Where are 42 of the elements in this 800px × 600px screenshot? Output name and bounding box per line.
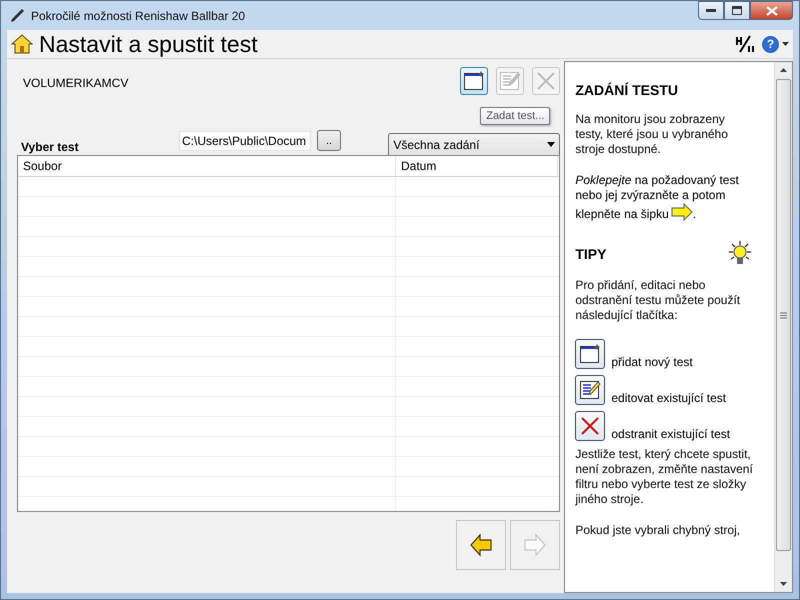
help-heading: ZADÁNÍ TESTU	[575, 82, 680, 98]
scrollbar[interactable]	[774, 62, 792, 592]
maximize-button[interactable]	[724, 1, 750, 20]
pencil-list-icon	[575, 375, 606, 405]
close-icon	[766, 6, 778, 16]
maximize-icon	[732, 6, 742, 15]
help-paragraph: Poklepejte na požadovaný test nebo jej zvýrazněte a potom	[575, 173, 740, 203]
filter-dropdown[interactable]: Všechna zadání	[388, 133, 560, 155]
pen-icon	[9, 8, 25, 24]
caret-icon[interactable]	[782, 42, 789, 46]
machine-name: VOLUMERIKAMCV	[23, 76, 128, 90]
window-icon	[575, 339, 606, 369]
help-button[interactable]: ?	[762, 36, 779, 52]
column-header[interactable]: Datum	[396, 156, 558, 176]
select-test-label: Vyber test	[20, 140, 80, 154]
units-icon[interactable]	[734, 34, 756, 54]
help-paragraph: Pro přidání, editaci nebo odstranění testu můžete použít následující tlačítka:	[575, 278, 742, 323]
arrow-right-icon	[670, 203, 693, 221]
minimize-icon	[706, 8, 716, 12]
help-paragraph: Jestliže test, který chcete spustit, není zobrazen, změňte nastavení filtru nebo vyberte test ze složky jiného stroje.	[575, 447, 754, 507]
close-button[interactable]	[750, 1, 793, 20]
page-title: Nastavit a spustit test	[39, 30, 259, 58]
help-heading: TIPY	[575, 246, 606, 262]
home-icon[interactable]	[11, 33, 33, 55]
help-text: .	[692, 207, 696, 221]
help-text: klepněte na šipku	[575, 207, 669, 221]
new-test-button[interactable]	[460, 67, 488, 95]
window-title: Pokročilé možnosti Renishaw Ballbar 20	[31, 8, 246, 22]
browse-button[interactable]: ..	[317, 130, 341, 151]
help-paragraph: Pokud jste vybrali chybný stroj,	[575, 523, 742, 538]
caret-icon	[547, 142, 556, 147]
tooltip: Zadat test...	[480, 107, 550, 125]
x-icon	[575, 411, 606, 441]
grip-icon	[780, 312, 787, 318]
help-text: odstranit existující test	[611, 427, 730, 441]
minimize-button[interactable]	[698, 1, 724, 20]
path-field[interactable]: C:\Users\Public\Docum	[179, 131, 311, 151]
help-text: editovat existující test	[611, 391, 726, 405]
column-header[interactable]: Soubor	[18, 156, 396, 176]
help-text: přidat nový test	[611, 355, 693, 369]
help-paragraph: Na monitoru jsou zobrazeny testy, které jsou u vybraného stroje dostupné.	[575, 112, 729, 157]
back-button[interactable]	[456, 520, 506, 570]
